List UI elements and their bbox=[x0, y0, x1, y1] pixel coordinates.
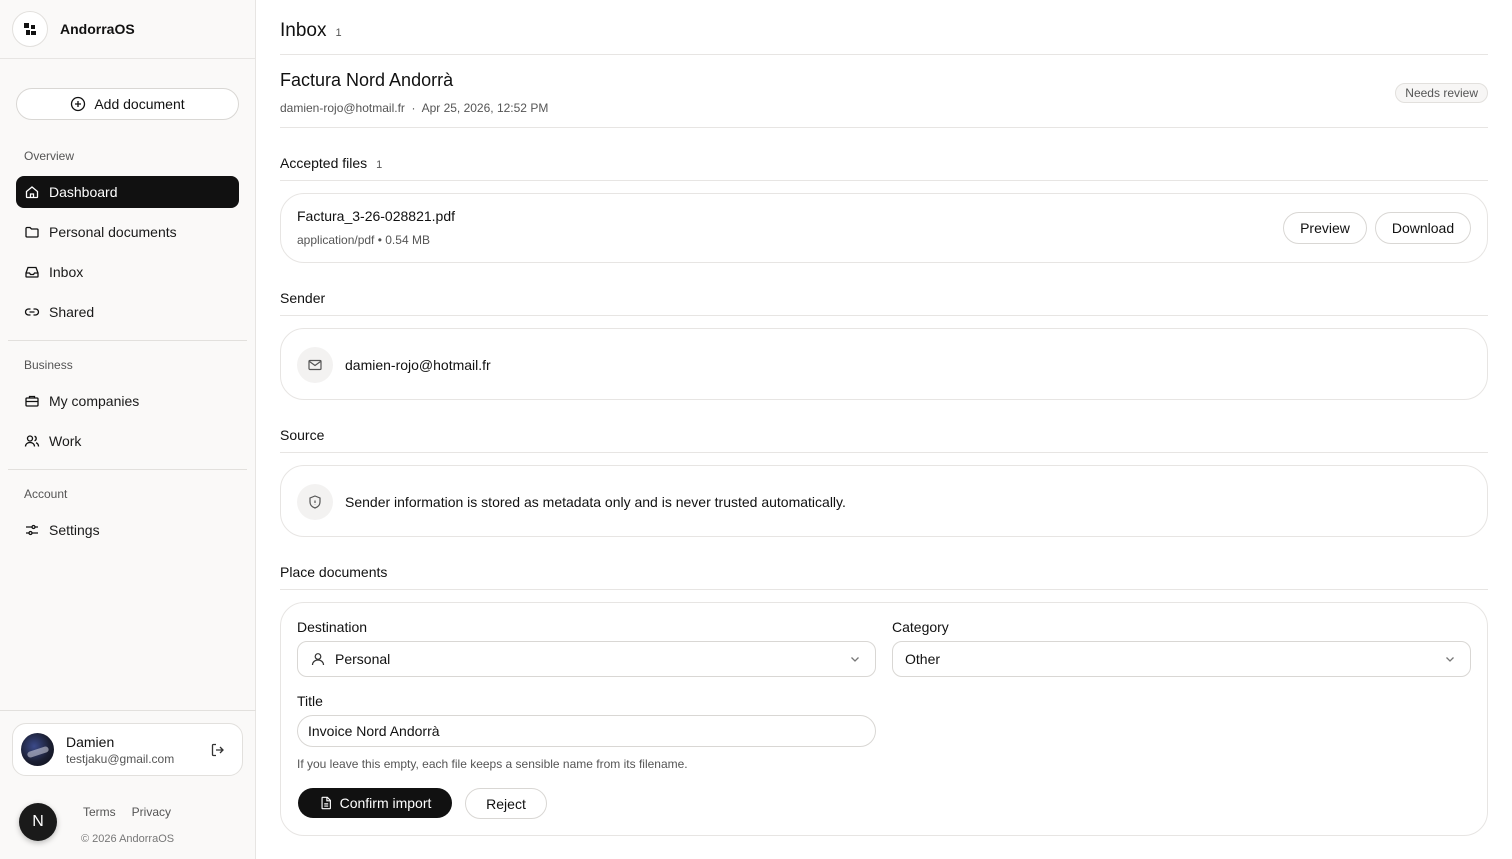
sliders-icon bbox=[26, 524, 38, 536]
destination-value: Personal bbox=[335, 651, 391, 667]
app-logo-icon[interactable] bbox=[12, 11, 48, 47]
section-divider bbox=[280, 589, 1488, 590]
sidebar-item-label: Settings bbox=[49, 522, 100, 538]
destination-label: Destination bbox=[297, 619, 368, 635]
place-documents-card: Destination Personal Category Other Titl… bbox=[280, 602, 1488, 836]
inbox-count: 1 bbox=[335, 27, 342, 39]
logout-icon bbox=[211, 743, 224, 757]
sidebar-item-work[interactable]: Work bbox=[16, 425, 239, 457]
sidebar-item-label: My companies bbox=[49, 393, 140, 409]
destination-select[interactable]: Personal bbox=[297, 641, 876, 677]
confirm-import-button[interactable]: Confirm import bbox=[298, 788, 452, 818]
link-icon bbox=[24, 308, 40, 316]
user-icon bbox=[311, 653, 325, 666]
title-hint: If you leave this empty, each file keeps… bbox=[297, 757, 688, 771]
category-select[interactable]: Other bbox=[892, 641, 1471, 677]
download-button[interactable]: Download bbox=[1375, 212, 1471, 244]
sidebar-item-inbox[interactable]: Inbox bbox=[16, 256, 239, 288]
chevron-down-icon bbox=[1446, 657, 1454, 662]
file-card: Factura_3-26-028821.pdf application/pdf … bbox=[280, 193, 1488, 263]
sidebar-divider bbox=[8, 469, 247, 470]
briefcase-icon bbox=[25, 395, 39, 407]
sidebar-item-settings[interactable]: Settings bbox=[16, 514, 239, 546]
category-label: Category bbox=[892, 619, 949, 635]
user-name: Damien bbox=[66, 733, 115, 750]
section-account: Account bbox=[24, 487, 68, 501]
add-document-label: Add document bbox=[94, 96, 185, 112]
document-title: Factura Nord Andorrà bbox=[280, 70, 454, 90]
title-label: Title bbox=[297, 693, 323, 709]
copyright: © 2026 AndorraOS bbox=[81, 833, 175, 845]
reject-button[interactable]: Reject bbox=[465, 788, 547, 819]
section-business: Business bbox=[24, 358, 73, 372]
preview-button[interactable]: Preview bbox=[1283, 212, 1367, 244]
brand: AndorraOS bbox=[0, 0, 255, 59]
chevron-down-icon bbox=[851, 657, 859, 662]
sidebar-item-shared[interactable]: Shared bbox=[16, 296, 239, 328]
file-meta: application/pdf • 0.54 MB bbox=[297, 233, 430, 247]
sidebar-item-personal-documents[interactable]: Personal documents bbox=[16, 216, 239, 248]
section-divider bbox=[280, 180, 1488, 181]
users-icon bbox=[24, 435, 40, 447]
sender-email: damien-rojo@hotmail.fr bbox=[345, 357, 491, 373]
place-documents-label: Place documents bbox=[280, 564, 388, 580]
sidebar-item-label: Inbox bbox=[49, 264, 84, 280]
accepted-files-count: 1 bbox=[376, 159, 383, 171]
status-badge: Needs review bbox=[1395, 83, 1488, 103]
sender-card: damien-rojo@hotmail.fr bbox=[280, 328, 1488, 400]
sender-heading: Sender bbox=[280, 290, 325, 306]
source-card: Sender information is stored as metadata… bbox=[280, 465, 1488, 537]
file-icon bbox=[321, 796, 331, 810]
sidebar-item-label: Personal documents bbox=[49, 224, 177, 240]
sender-label: Sender bbox=[280, 290, 326, 306]
user-card[interactable]: Damien testjaku@gmail.com bbox=[12, 723, 243, 776]
user-email: testjaku@gmail.com bbox=[66, 751, 175, 766]
sidebar-item-label: Dashboard bbox=[49, 184, 118, 200]
confirm-import-label: Confirm import bbox=[339, 795, 432, 811]
place-documents-heading: Place documents bbox=[280, 564, 387, 580]
source-label: Source bbox=[280, 427, 325, 443]
sidebar-item-label: Work bbox=[49, 433, 82, 449]
document-divider bbox=[280, 127, 1488, 128]
logout-button[interactable] bbox=[210, 742, 226, 761]
sidebar: AndorraOS Add document Overview Dashboar… bbox=[0, 0, 256, 859]
inbox-icon bbox=[25, 266, 39, 278]
category-value: Other bbox=[905, 651, 941, 667]
header-divider bbox=[280, 54, 1488, 55]
section-overview: Overview bbox=[24, 149, 75, 163]
avatar bbox=[21, 733, 54, 766]
source-text: Sender information is stored as metadata… bbox=[345, 494, 846, 510]
sidebar-item-my-companies[interactable]: My companies bbox=[16, 385, 239, 417]
home-icon bbox=[25, 186, 39, 199]
file-name: Factura_3-26-028821.pdf bbox=[297, 208, 455, 224]
document-meta: damien-rojo@hotmail.fr · Apr 25, 2026, 1… bbox=[280, 101, 549, 115]
sidebar-divider bbox=[8, 340, 247, 341]
accepted-files-label: Accepted files bbox=[280, 155, 368, 171]
n-badge[interactable]: N bbox=[19, 803, 57, 841]
source-heading: Source bbox=[280, 427, 324, 443]
sidebar-item-dashboard[interactable]: Dashboard bbox=[16, 176, 239, 208]
page-title: Inbox bbox=[280, 20, 327, 41]
footer-links: Terms Privacy bbox=[83, 805, 171, 819]
app-name: AndorraOS bbox=[60, 21, 135, 37]
title-input[interactable] bbox=[297, 715, 876, 747]
accepted-files-heading: Accepted files 1 bbox=[280, 155, 382, 171]
section-divider bbox=[280, 452, 1488, 453]
plus-circle-icon bbox=[71, 96, 86, 112]
privacy-link[interactable]: Privacy bbox=[132, 805, 171, 819]
sidebar-footer-divider bbox=[0, 710, 256, 711]
sidebar-item-label: Shared bbox=[49, 304, 95, 320]
folder-icon bbox=[25, 226, 39, 238]
section-divider bbox=[280, 315, 1488, 316]
mail-icon bbox=[297, 347, 333, 383]
add-document-button[interactable]: Add document bbox=[16, 88, 239, 120]
terms-link[interactable]: Terms bbox=[83, 805, 116, 819]
shield-icon bbox=[297, 484, 333, 520]
page-header: Inbox 1 bbox=[280, 20, 342, 42]
